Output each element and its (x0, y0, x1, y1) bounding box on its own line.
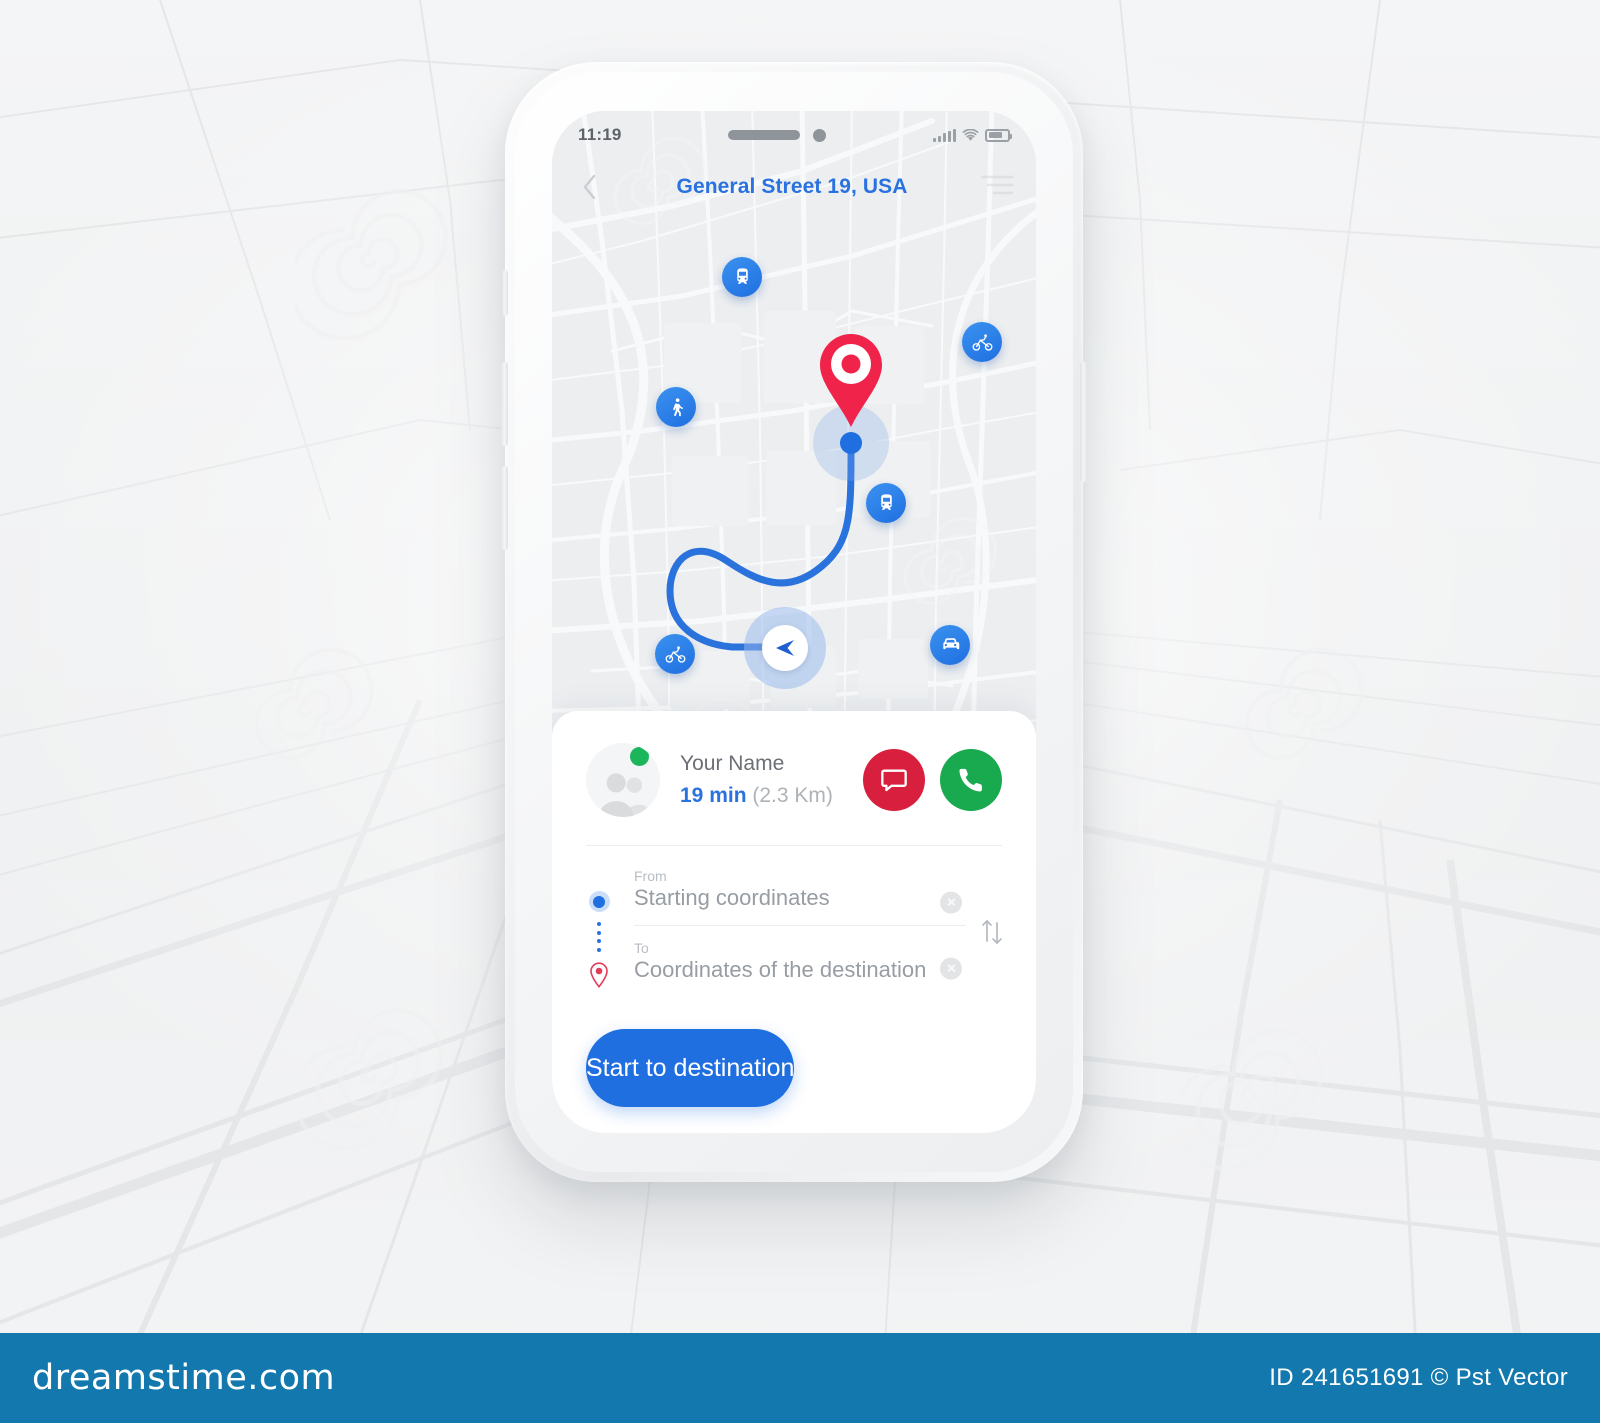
nav-bar: General Street 19, USA (552, 159, 1036, 215)
eta-time: 19 min (680, 783, 747, 807)
volume-down-button[interactable] (501, 466, 508, 550)
filter-sliders-icon (980, 175, 1014, 194)
power-button[interactable] (1080, 362, 1087, 482)
user-avatar-icon (599, 773, 650, 817)
from-input[interactable]: Starting coordinates (634, 885, 966, 911)
route-fields: From Starting coordinates To Coordinates… (634, 866, 967, 997)
close-circle-icon (947, 964, 956, 972)
status-bar: 11:19 (552, 111, 1036, 159)
to-input[interactable]: Coordinates of the destination (634, 957, 966, 983)
from-clear-button[interactable] (940, 891, 963, 914)
poi-marker-bike-lane-2[interactable] (655, 634, 695, 674)
eta-distance: (2.3 Km) (752, 783, 833, 807)
contact-actions (863, 749, 1002, 811)
volume-up-button[interactable] (501, 362, 508, 446)
car-icon (942, 637, 959, 649)
map-pin-small-icon (589, 962, 609, 993)
bicycle-icon (665, 645, 685, 663)
from-label: From (634, 868, 667, 884)
image-credit: ID 241651691 © Pst Vector (1269, 1364, 1568, 1391)
current-location-marker[interactable] (762, 625, 808, 671)
tram-icon (880, 493, 892, 510)
destination-pin[interactable] (818, 332, 884, 435)
pedestrian-icon (672, 397, 683, 416)
route-track (586, 866, 612, 997)
user-card: Your Name 19 min (2.3 Km) (552, 711, 1036, 845)
wifi-icon (962, 128, 979, 141)
poi-marker-car-parking[interactable] (930, 625, 970, 665)
status-time: 11:19 (578, 125, 622, 144)
user-eta: 19 min (2.3 Km) (680, 782, 863, 810)
poi-marker-walk-path[interactable] (656, 387, 696, 427)
back-button[interactable] (574, 172, 604, 202)
bottom-sheet: Your Name 19 min (2.3 Km) From Starting … (552, 711, 1036, 1133)
avatar[interactable] (586, 743, 660, 817)
navigation-arrow-icon (776, 640, 794, 656)
message-button[interactable] (863, 749, 925, 811)
dreamstime-logo: dreamstime.com (32, 1358, 336, 1398)
map-pin-icon (820, 334, 882, 427)
page-title: General Street 19, USA (676, 175, 908, 198)
user-name: Your Name (680, 752, 785, 776)
to-label: To (634, 940, 649, 956)
swap-vertical-icon (982, 919, 1003, 944)
destination-anchor-dot (840, 432, 862, 454)
start-to-destination-button[interactable]: Start to destination (586, 1029, 795, 1107)
to-field[interactable]: To Coordinates of the destination (634, 925, 967, 997)
from-field[interactable]: From Starting coordinates (634, 866, 966, 925)
online-status-badge (630, 747, 649, 766)
call-button[interactable] (940, 749, 1002, 811)
front-camera-icon (813, 128, 827, 142)
to-clear-button[interactable] (940, 957, 963, 980)
tram-icon (736, 267, 748, 284)
notch-cluster (622, 128, 933, 142)
speaker-grill-icon (728, 130, 801, 140)
route-form: From Starting coordinates To Coordinates… (552, 846, 1036, 1013)
mute-switch-button[interactable] (502, 270, 508, 316)
poi-marker-bus-station[interactable] (866, 483, 906, 523)
message-icon (881, 769, 907, 792)
bicycle-icon (972, 333, 992, 351)
map-pin-small-icon-glyph (590, 962, 608, 989)
phone-screen: 11:19 General Street 19, USA Your Name 1… (552, 111, 1036, 1133)
phone-icon (959, 768, 982, 792)
status-indicators (933, 128, 1012, 142)
close-circle-icon (947, 898, 956, 906)
signal-bars-icon (933, 128, 956, 142)
phone-mockup: 11:19 General Street 19, USA Your Name 1… (501, 62, 1087, 1182)
track-dots (597, 912, 601, 962)
circle-dot-icon (588, 891, 610, 912)
battery-icon (985, 128, 1012, 142)
chevron-left-icon (583, 174, 595, 200)
poi-marker-tram-station[interactable] (722, 257, 762, 297)
user-details: Your Name 19 min (2.3 Km) (680, 750, 863, 810)
swap-route-button[interactable] (972, 917, 1012, 947)
poi-marker-bike-lane[interactable] (962, 322, 1002, 362)
filter-button[interactable] (980, 172, 1014, 203)
stock-footer-bar: dreamstime.com ID 241651691 © Pst Vector (0, 1333, 1600, 1423)
